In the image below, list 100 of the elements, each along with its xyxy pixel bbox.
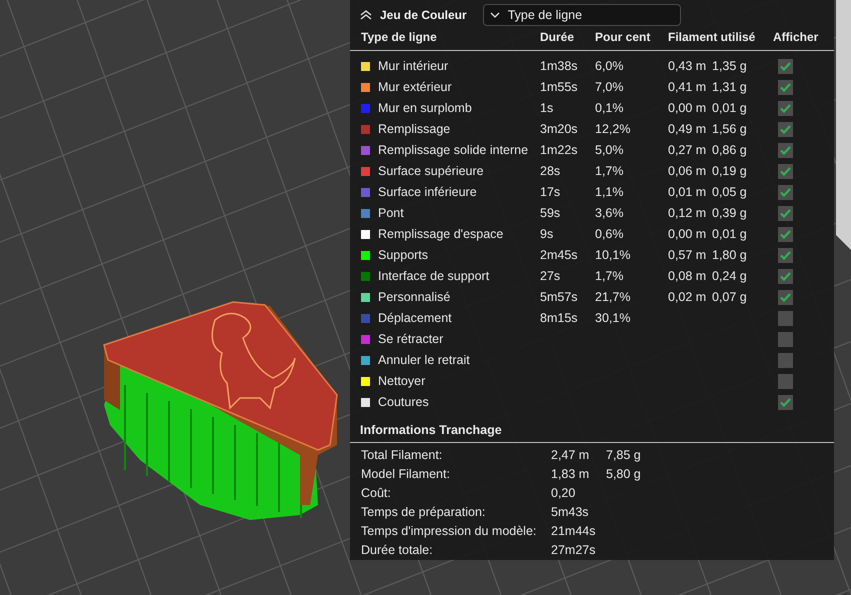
info-label: Temps d'impression du modèle: bbox=[361, 523, 538, 540]
column-header: Filament utilisé bbox=[668, 30, 756, 46]
info-value: 5,80 g bbox=[606, 466, 642, 484]
show-checkbox[interactable] bbox=[778, 58, 793, 74]
show-checkbox[interactable] bbox=[778, 268, 793, 284]
show-checkbox[interactable] bbox=[778, 184, 793, 200]
percent-cell: 1,7% bbox=[595, 268, 624, 283]
show-checkbox[interactable] bbox=[778, 352, 793, 368]
column-header: Type de ligne bbox=[361, 30, 438, 46]
info-value: 7,85 g bbox=[606, 447, 642, 464]
chevron-up-icon[interactable] bbox=[360, 10, 372, 20]
duration-cell: 17s bbox=[540, 184, 560, 199]
percent-cell: 7,0% bbox=[595, 80, 624, 94]
length-cell: 0,57 m bbox=[668, 248, 706, 262]
weight-cell: 1,56 g bbox=[712, 122, 747, 136]
duration-cell: 1m22s bbox=[540, 142, 578, 157]
show-checkbox[interactable] bbox=[778, 394, 793, 410]
show-checkbox[interactable] bbox=[778, 80, 793, 95]
checkmark-icon bbox=[780, 104, 791, 113]
weight-cell: 0,05 g bbox=[712, 184, 747, 199]
weight-cell: 1,31 g bbox=[712, 80, 747, 94]
show-checkbox[interactable] bbox=[778, 248, 793, 263]
show-checkbox[interactable] bbox=[778, 206, 793, 221]
line-type-label: Surface inférieure bbox=[378, 185, 477, 200]
panel-title: Jeu de Couleur bbox=[380, 8, 467, 22]
weight-cell: 0,07 g bbox=[712, 290, 747, 304]
length-cell: 0,02 m bbox=[668, 290, 706, 304]
percent-cell: 6,0% bbox=[595, 58, 624, 73]
show-checkbox[interactable] bbox=[778, 142, 793, 158]
weight-cell: 0,24 g bbox=[712, 268, 747, 283]
line-type-label: Mur en surplomb bbox=[378, 101, 472, 116]
duration-cell: 1m55s bbox=[540, 80, 578, 94]
duration-cell: 1s bbox=[540, 100, 554, 115]
line-type-label: Pont bbox=[378, 206, 404, 220]
line-type-label: Remplissage solide interne bbox=[378, 143, 528, 158]
line-type-label: Mur intérieur bbox=[378, 59, 448, 74]
show-checkbox[interactable] bbox=[778, 332, 793, 347]
duration-cell: 1m38s bbox=[540, 58, 578, 73]
duration-cell: 59s bbox=[540, 206, 560, 220]
percent-cell: 1,1% bbox=[595, 184, 624, 199]
checkmark-icon bbox=[780, 188, 791, 197]
line-type-label: Déplacement bbox=[378, 311, 452, 326]
duration-cell: 27s bbox=[540, 268, 560, 283]
length-cell: 0,12 m bbox=[668, 206, 706, 220]
column-header: Pour cent bbox=[595, 30, 652, 46]
checkmark-icon bbox=[780, 146, 791, 155]
percent-cell: 0,6% bbox=[595, 226, 624, 241]
checkmark-icon bbox=[780, 208, 791, 218]
info-value: 21m44s bbox=[551, 523, 596, 540]
show-checkbox[interactable] bbox=[778, 374, 793, 389]
info-value: 1,83 m bbox=[551, 466, 590, 484]
info-value: 27m27s bbox=[551, 542, 596, 560]
length-cell: 0,27 m bbox=[668, 142, 706, 157]
line-type-label: Annuler le retrait bbox=[378, 353, 470, 368]
line-type-label: Surface supérieure bbox=[378, 164, 484, 178]
checkmark-icon bbox=[780, 82, 791, 92]
percent-cell: 30,1% bbox=[595, 310, 630, 325]
line-type-label: Se rétracter bbox=[378, 332, 444, 346]
show-checkbox[interactable] bbox=[778, 226, 793, 242]
duration-cell: 3m20s bbox=[540, 122, 578, 136]
show-checkbox[interactable] bbox=[778, 122, 793, 137]
info-value: 0,20 bbox=[551, 485, 576, 502]
section-title: Informations Tranchage bbox=[359, 422, 503, 438]
checkmark-icon bbox=[780, 230, 791, 239]
info-value: 5m43s bbox=[551, 504, 590, 522]
line-type-label: Personnalisé bbox=[378, 290, 450, 304]
show-checkbox[interactable] bbox=[778, 100, 793, 116]
line-type-label: Supports bbox=[378, 248, 428, 262]
line-type-label: Nettoyer bbox=[378, 374, 426, 388]
checkmark-icon bbox=[780, 292, 791, 302]
percent-cell: 21,7% bbox=[595, 290, 630, 304]
line-type-label: Remplissage d'espace bbox=[378, 227, 504, 242]
duration-cell: 2m45s bbox=[540, 248, 578, 262]
line-type-label: Mur extérieur bbox=[378, 80, 452, 94]
line-type-label: Remplissage bbox=[378, 122, 450, 136]
weight-cell: 1,35 g bbox=[712, 58, 747, 73]
info-label: Durée totale: bbox=[361, 542, 434, 560]
checkmark-icon bbox=[780, 166, 791, 176]
percent-cell: 0,1% bbox=[595, 100, 624, 115]
show-checkbox[interactable] bbox=[778, 290, 793, 305]
info-label: Coût: bbox=[361, 485, 392, 502]
length-cell: 0,41 m bbox=[668, 80, 706, 94]
show-checkbox[interactable] bbox=[778, 164, 793, 179]
percent-cell: 5,0% bbox=[595, 142, 624, 157]
percent-cell: 1,7% bbox=[595, 164, 624, 178]
info-label: Total Filament: bbox=[361, 447, 444, 464]
weight-cell: 0,01 g bbox=[712, 226, 747, 241]
length-cell: 0,43 m bbox=[668, 58, 706, 73]
weight-cell: 0,39 g bbox=[712, 206, 747, 220]
view-type-dropdown[interactable]: Type de ligne bbox=[482, 4, 681, 26]
percent-cell: 12,2% bbox=[595, 122, 630, 136]
line-type-label: Interface de support bbox=[378, 269, 490, 284]
info-label: Model Filament: bbox=[361, 466, 451, 484]
duration-cell: 8m15s bbox=[540, 310, 578, 325]
weight-cell: 1,80 g bbox=[712, 248, 747, 262]
show-checkbox[interactable] bbox=[778, 310, 793, 326]
caret-icon bbox=[490, 12, 500, 18]
length-cell: 0,00 m bbox=[668, 100, 706, 115]
percent-cell: 3,6% bbox=[595, 206, 624, 220]
column-header: Durée bbox=[540, 30, 576, 46]
